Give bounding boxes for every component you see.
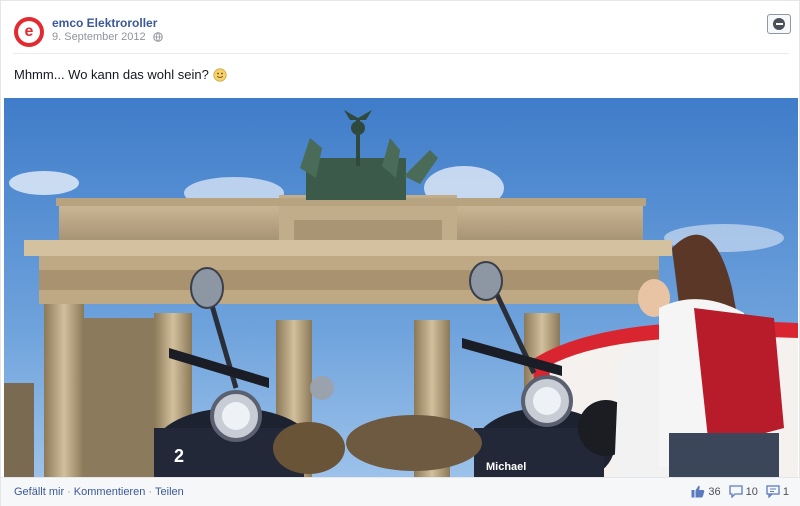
like-link[interactable]: Gefällt mir bbox=[14, 486, 64, 498]
post-timestamp[interactable]: 9. September 2012 bbox=[52, 31, 146, 43]
facebook-post: e emco Elektroroller 9. September 2012 M… bbox=[0, 0, 800, 506]
post-options-button[interactable] bbox=[767, 14, 791, 34]
brandenburg-gate-photo: 2 Michael bbox=[4, 98, 798, 477]
share-icon bbox=[766, 485, 780, 498]
share-link[interactable]: Teilen bbox=[155, 486, 184, 498]
shares-count-value: 1 bbox=[782, 485, 789, 498]
comment-link[interactable]: Kommentieren bbox=[74, 486, 146, 498]
post-header: e emco Elektroroller 9. September 2012 bbox=[1, 1, 800, 53]
page-name-link[interactable]: emco Elektroroller bbox=[52, 16, 157, 30]
page-avatar[interactable]: e bbox=[14, 17, 44, 47]
hide-post-icon bbox=[773, 18, 785, 30]
globe-icon bbox=[153, 32, 163, 42]
emco-logo-icon: e bbox=[18, 21, 40, 43]
logo-letter: e bbox=[24, 23, 34, 40]
shares-count[interactable]: 1 bbox=[766, 485, 789, 498]
scooter-label-right: Michael bbox=[486, 461, 526, 473]
smiley-icon bbox=[213, 67, 227, 82]
scooter-plate-left: 2 bbox=[174, 446, 184, 466]
likes-count[interactable]: 36 bbox=[691, 485, 721, 498]
post-message-text: Mhmm... Wo kann das wohl sein? bbox=[14, 67, 209, 82]
comments-count-value: 10 bbox=[745, 485, 758, 498]
comment-icon bbox=[728, 485, 743, 498]
comments-count[interactable]: 10 bbox=[728, 485, 758, 498]
post-message: Mhmm... Wo kann das wohl sein? bbox=[14, 67, 227, 82]
likes-count-value: 36 bbox=[708, 485, 721, 498]
post-photo[interactable]: 2 Michael bbox=[4, 98, 798, 477]
action-separator: · bbox=[67, 486, 71, 498]
action-separator: · bbox=[148, 486, 153, 498]
post-actions: Gefällt mir · Kommentieren · Teilen bbox=[14, 486, 184, 498]
header-divider bbox=[13, 53, 789, 54]
post-stats: 36 10 1 bbox=[691, 485, 789, 498]
thumbs-up-icon bbox=[691, 485, 705, 498]
post-footer: Gefällt mir · Kommentieren · Teilen 36 1… bbox=[1, 477, 800, 506]
